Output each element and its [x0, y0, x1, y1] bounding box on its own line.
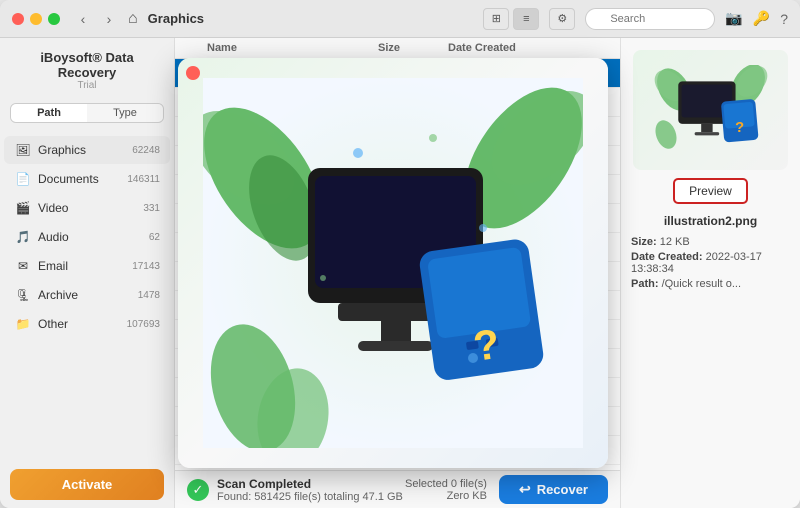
video-count: 331	[143, 203, 160, 214]
date-label: Date Created:	[631, 251, 703, 263]
svg-text:?: ?	[735, 120, 744, 136]
list-view-button[interactable]: ≡	[513, 8, 539, 30]
search-input[interactable]	[585, 8, 715, 30]
size-label: Size:	[631, 236, 657, 248]
sidebar-item-other[interactable]: 📁 Other 107693	[4, 310, 170, 338]
sidebar-item-documents[interactable]: 📄 Documents 146311	[4, 165, 170, 193]
filter-button[interactable]: ⚙	[549, 8, 575, 30]
recover-button[interactable]: ↩ Recover	[499, 475, 608, 504]
sidebar-header: iBoysoft® Data Recovery Trial	[0, 38, 174, 95]
name-column-header: Name	[207, 42, 378, 54]
type-tab[interactable]: Type	[87, 104, 163, 122]
selected-size: Zero KB	[405, 490, 487, 502]
archive-count: 1478	[138, 290, 160, 301]
navigation-buttons: ‹ ›	[72, 8, 120, 30]
close-button[interactable]	[12, 13, 24, 25]
trial-badge: Trial	[12, 80, 162, 91]
path-label: Path:	[631, 278, 659, 290]
overlay-illustration-svg: ?	[203, 78, 583, 448]
window-title: Graphics	[148, 11, 204, 26]
detail-file-name: illustration2.png	[664, 214, 757, 228]
detail-date: Date Created: 2022-03-17 13:38:34	[631, 251, 790, 275]
audio-icon: 🎵	[14, 228, 32, 246]
detail-size: Size: 12 KB	[631, 236, 790, 248]
traffic-lights	[12, 13, 60, 25]
audio-count: 62	[149, 232, 160, 243]
sidebar-item-video[interactable]: 🎬 Video 331	[4, 194, 170, 222]
path-tab[interactable]: Path	[11, 104, 87, 122]
scan-complete-label: Scan Completed	[217, 477, 403, 491]
documents-icon: 📄	[14, 170, 32, 188]
selected-info: Selected 0 file(s) Zero KB	[405, 478, 487, 502]
sidebar-item-audio[interactable]: 🎵 Audio 62	[4, 223, 170, 251]
search-wrapper: 🔍	[585, 8, 715, 30]
email-count: 17143	[132, 261, 160, 272]
scan-complete-icon: ✓	[187, 479, 209, 501]
video-label: Video	[38, 201, 143, 215]
detail-path: Path: /Quick result o...	[631, 278, 790, 290]
app-title: iBoysoft® Data Recovery	[12, 50, 162, 80]
audio-label: Audio	[38, 230, 149, 244]
size-value: 12 KB	[660, 236, 690, 248]
titlebar: ‹ › ⌂ Graphics ⊞ ≡ ⚙ 🔍 📷 🔑 ?	[0, 0, 800, 38]
status-bar: ✓ Scan Completed Found: 581425 file(s) t…	[175, 470, 620, 508]
sidebar-item-archive[interactable]: 🗜 Archive 1478	[4, 281, 170, 309]
forward-button[interactable]: ›	[98, 8, 120, 30]
recover-label: Recover	[537, 482, 588, 497]
grid-view-button[interactable]: ⊞	[483, 8, 509, 30]
video-icon: 🎬	[14, 199, 32, 217]
overlay-close-button[interactable]	[186, 66, 200, 80]
size-column-header: Size	[378, 42, 448, 54]
sidebar-tabs: Path Type	[10, 103, 164, 123]
minimize-button[interactable]	[30, 13, 42, 25]
camera-icon[interactable]: 📷	[725, 10, 742, 27]
preview-thumbnail: ?	[633, 50, 788, 170]
date-column-header: Date Created	[448, 42, 588, 54]
preview-button[interactable]: Preview	[673, 178, 748, 204]
path-value: /Quick result o...	[662, 278, 741, 290]
activate-button[interactable]: Activate	[10, 469, 164, 500]
other-icon: 📁	[14, 315, 32, 333]
view-toggle: ⊞ ≡	[483, 8, 539, 30]
sidebar-item-email[interactable]: ✉ Email 17143	[4, 252, 170, 280]
back-button[interactable]: ‹	[72, 8, 94, 30]
key-icon[interactable]: 🔑	[753, 10, 770, 27]
email-label: Email	[38, 259, 132, 273]
right-panel: ? Preview illustration2.png Size: 12 KB …	[620, 38, 800, 508]
maximize-button[interactable]	[48, 13, 60, 25]
mac-illustration-svg: ?	[651, 65, 771, 155]
found-text: Found: 581425 file(s) totaling 47.1 GB	[217, 491, 403, 503]
selected-files-count: Selected 0 file(s)	[405, 478, 487, 490]
documents-count: 146311	[127, 174, 160, 185]
sidebar: iBoysoft® Data Recovery Trial Path Type …	[0, 38, 175, 508]
recover-icon: ↩	[519, 481, 531, 498]
titlebar-right: ⊞ ≡ ⚙ 🔍 📷 🔑 ?	[483, 8, 788, 30]
archive-label: Archive	[38, 288, 138, 302]
sidebar-item-graphics[interactable]: 🖼 Graphics 62248	[4, 136, 170, 164]
graphics-icon: 🖼	[14, 141, 32, 159]
email-icon: ✉	[14, 257, 32, 275]
other-count: 107693	[127, 319, 160, 330]
archive-icon: 🗜	[14, 286, 32, 304]
scan-status: Scan Completed Found: 581425 file(s) tot…	[217, 477, 403, 503]
file-list-header: Name Size Date Created	[175, 38, 620, 59]
other-label: Other	[38, 317, 127, 331]
home-icon[interactable]: ⌂	[128, 10, 138, 28]
sidebar-items: 🖼 Graphics 62248 📄 Documents 146311 🎬 Vi…	[0, 131, 174, 461]
help-icon[interactable]: ?	[780, 11, 788, 27]
documents-label: Documents	[38, 172, 127, 186]
overlay-image-content: ?	[178, 58, 608, 468]
graphics-label: Graphics	[38, 143, 132, 157]
image-preview-overlay: ?	[178, 58, 608, 468]
graphics-count: 62248	[132, 145, 160, 156]
